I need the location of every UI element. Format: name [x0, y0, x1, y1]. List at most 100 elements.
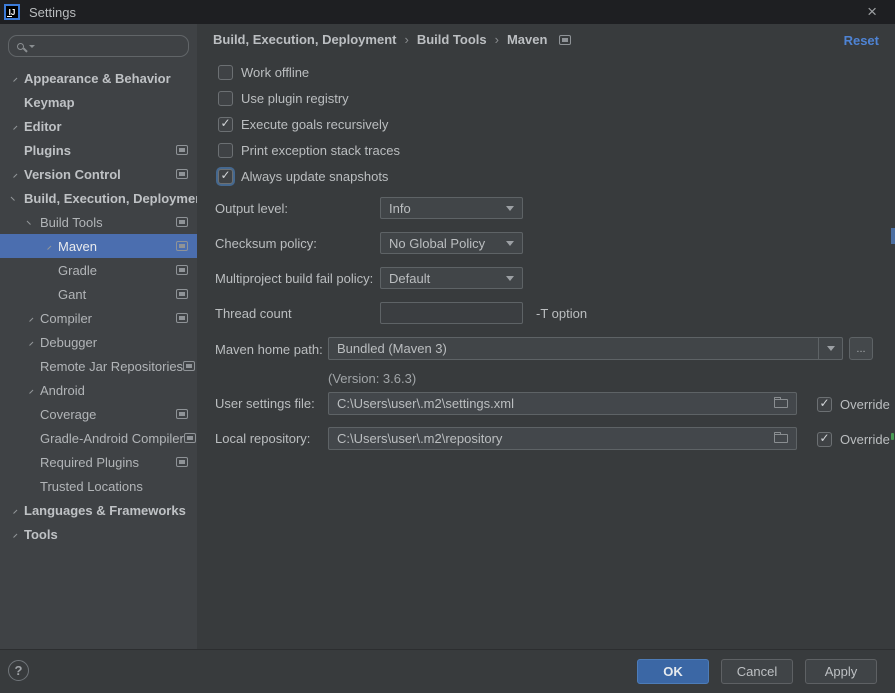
sidebar-item-label: Version Control	[24, 167, 121, 182]
search-icon	[17, 43, 24, 50]
checkbox-work-offline[interactable]: Work offline	[218, 64, 309, 80]
panel-icon	[176, 313, 188, 323]
selected-value: Default	[381, 271, 498, 286]
sidebar-item-label: Android	[40, 383, 85, 398]
breadcrumb-item[interactable]: Build Tools	[417, 32, 487, 47]
sidebar-item-build-execution-deployment[interactable]: Build, Execution, Deployment	[0, 186, 197, 210]
chevron-right-icon[interactable]	[42, 240, 55, 253]
chevron-right-icon[interactable]	[8, 72, 21, 85]
chevron-right-icon[interactable]	[24, 312, 37, 325]
sidebar-item-coverage[interactable]: Coverage	[0, 402, 197, 426]
chevron-down-icon[interactable]	[8, 192, 21, 205]
ok-button[interactable]: OK	[637, 659, 709, 684]
sidebar-item-remote-jar-repositories[interactable]: Remote Jar Repositories	[0, 354, 197, 378]
sidebar-item-keymap[interactable]: Keymap	[0, 90, 197, 114]
checkbox[interactable]	[218, 143, 233, 158]
scrollbar-thumb[interactable]	[891, 228, 895, 244]
sidebar-item-debugger[interactable]: Debugger	[0, 330, 197, 354]
folder-icon[interactable]	[774, 434, 788, 443]
panel-icon	[176, 409, 188, 419]
checkbox-execute-goals-recursively[interactable]: Execute goals recursively	[218, 116, 388, 132]
sidebar-item-label: Tools	[24, 527, 58, 542]
thread-count-input[interactable]	[380, 302, 523, 324]
checkbox[interactable]	[218, 91, 233, 106]
checkbox[interactable]	[817, 432, 832, 447]
chevron-down-icon	[506, 276, 514, 281]
chevron-down-icon	[506, 206, 514, 211]
reset-link[interactable]: Reset	[844, 33, 879, 48]
chevron-right-icon[interactable]	[8, 504, 21, 517]
breadcrumb-separator: ›	[404, 32, 408, 47]
output-level-select[interactable]: Info	[380, 197, 523, 219]
breadcrumb-item[interactable]: Build, Execution, Deployment	[213, 32, 396, 47]
footer: ? OK Cancel Apply	[0, 649, 895, 693]
override-local-repo[interactable]: Override	[817, 431, 890, 447]
field-value: C:\Users\user\.m2\settings.xml	[329, 396, 774, 411]
chevron-down-icon[interactable]	[24, 216, 37, 229]
sidebar-item-label: Gant	[58, 287, 86, 302]
sidebar-item-android[interactable]: Android	[0, 378, 197, 402]
sidebar-item-gradle-android-compiler[interactable]: Gradle-Android Compiler	[0, 426, 197, 450]
help-icon[interactable]: ?	[8, 660, 29, 681]
selected-value: No Global Policy	[381, 236, 498, 251]
sidebar-item-languages-frameworks[interactable]: Languages & Frameworks	[0, 498, 197, 522]
sidebar-item-build-tools[interactable]: Build Tools	[0, 210, 197, 234]
sidebar-item-maven[interactable]: Maven	[0, 234, 197, 258]
apply-button[interactable]: Apply	[805, 659, 877, 684]
chevron-right-icon[interactable]	[8, 168, 21, 181]
chevron-right-icon[interactable]	[24, 336, 37, 349]
sidebar-item-label: Maven	[58, 239, 97, 254]
maven-home-select[interactable]: Bundled (Maven 3)	[328, 337, 843, 360]
maven-version-note: (Version: 3.6.3)	[328, 371, 416, 386]
checkbox[interactable]	[218, 117, 233, 132]
sidebar-item-gant[interactable]: Gant	[0, 282, 197, 306]
breadcrumb-item[interactable]: Maven	[507, 32, 547, 47]
field-value: C:\Users\user\.m2\repository	[329, 431, 774, 446]
sidebar-item-label: Coverage	[40, 407, 96, 422]
chevron-right-icon[interactable]	[8, 528, 21, 541]
local-repository-input[interactable]: C:\Users\user\.m2\repository	[328, 427, 797, 450]
sidebar-item-label: Debugger	[40, 335, 97, 350]
checkbox[interactable]	[218, 169, 233, 184]
sidebar-item-trusted-locations[interactable]: Trusted Locations	[0, 474, 197, 498]
local-repo-label: Local repository:	[215, 431, 310, 446]
sidebar-item-label: Gradle-Android Compiler	[40, 431, 184, 446]
output-level-label: Output level:	[215, 201, 288, 216]
checkbox-label: Work offline	[241, 65, 309, 80]
thread-count-hint: -T option	[536, 306, 587, 321]
chevron-down-icon	[29, 45, 35, 48]
sidebar-item-compiler[interactable]: Compiler	[0, 306, 197, 330]
sidebar-item-label: Trusted Locations	[40, 479, 143, 494]
sidebar-item-tools[interactable]: Tools	[0, 522, 197, 546]
sidebar-item-label: Editor	[24, 119, 62, 134]
search-box[interactable]	[8, 35, 189, 57]
override-user-settings[interactable]: Override	[817, 396, 890, 412]
panel-icon	[176, 145, 188, 155]
checkbox-print-exception-stack-traces[interactable]: Print exception stack traces	[218, 142, 400, 158]
checkbox-label: Execute goals recursively	[241, 117, 388, 132]
checksum-policy-select[interactable]: No Global Policy	[380, 232, 523, 254]
chevron-right-icon[interactable]	[8, 120, 21, 133]
checkbox[interactable]	[218, 65, 233, 80]
sidebar-item-editor[interactable]: Editor	[0, 114, 197, 138]
sidebar-item-plugins[interactable]: Plugins	[0, 138, 197, 162]
sidebar-item-appearance-behavior[interactable]: Appearance & Behavior	[0, 66, 197, 90]
checkbox-use-plugin-registry[interactable]: Use plugin registry	[218, 90, 349, 106]
sidebar-item-version-control[interactable]: Version Control	[0, 162, 197, 186]
sidebar-item-required-plugins[interactable]: Required Plugins	[0, 450, 197, 474]
checkbox-always-update-snapshots[interactable]: Always update snapshots	[218, 168, 388, 184]
folder-icon[interactable]	[774, 399, 788, 408]
chevron-down-icon	[506, 241, 514, 246]
cancel-button[interactable]: Cancel	[721, 659, 793, 684]
search-input[interactable]	[40, 38, 182, 54]
panel-icon	[176, 289, 188, 299]
fail-policy-select[interactable]: Default	[380, 267, 523, 289]
user-settings-file-input[interactable]: C:\Users\user\.m2\settings.xml	[328, 392, 797, 415]
browse-button[interactable]: ...	[849, 337, 873, 360]
sidebar-item-gradle[interactable]: Gradle	[0, 258, 197, 282]
panel-icon	[176, 265, 188, 275]
checkbox[interactable]	[817, 397, 832, 412]
chevron-right-icon[interactable]	[24, 384, 37, 397]
close-icon[interactable]: ×	[867, 1, 877, 23]
checkbox-label: Override	[840, 432, 890, 447]
